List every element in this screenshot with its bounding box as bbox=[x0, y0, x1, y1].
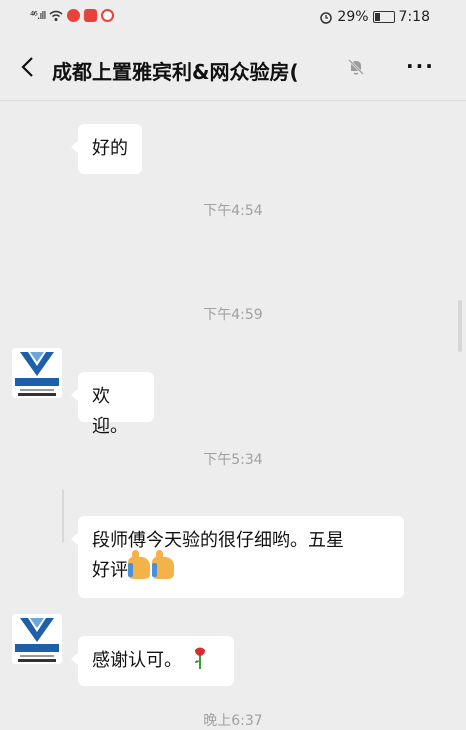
news-notification-icon bbox=[84, 9, 98, 22]
message-text: 好的 bbox=[92, 138, 128, 159]
signal-icon: ⁴⁶.ıll bbox=[30, 9, 47, 22]
video-notification-icon bbox=[101, 9, 115, 22]
thumbs-up-icon bbox=[152, 550, 174, 579]
battery-percent: 29% bbox=[337, 9, 369, 25]
message-text: 欢迎。 bbox=[92, 386, 128, 437]
chat-title: 成都上置雅宾利&网众验房( bbox=[52, 60, 299, 84]
message-bubble[interactable]: 感谢认可。 bbox=[71, 636, 234, 686]
more-button[interactable]: ··· bbox=[406, 54, 435, 78]
battery-icon bbox=[372, 11, 395, 23]
chevron-left-icon bbox=[21, 57, 33, 77]
clock: 7:18 bbox=[398, 9, 430, 25]
brand-logo-icon bbox=[15, 352, 59, 396]
status-icons-left: ⁴⁶.ıll bbox=[30, 9, 115, 22]
message-timestamp: 下午4:54 bbox=[203, 203, 263, 219]
message-bubble[interactable]: 欢迎。 bbox=[71, 372, 154, 437]
scrollbar[interactable] bbox=[458, 300, 462, 352]
thumbs-up-icon bbox=[128, 550, 150, 579]
app-notification-icon bbox=[67, 9, 81, 22]
message-text-line2: 好评 bbox=[92, 550, 390, 586]
message-timestamp: 下午4:59 bbox=[203, 307, 263, 323]
message-timestamp: 晚上6:37 bbox=[203, 713, 263, 729]
avatar[interactable] bbox=[12, 348, 62, 398]
message-timestamp: 下午5:34 bbox=[203, 452, 263, 468]
status-icons-right: 29% 7:18 bbox=[319, 9, 430, 25]
quote-divider bbox=[62, 490, 64, 542]
alarm-icon bbox=[320, 12, 333, 24]
message-bubble[interactable]: 段师傅今天验的很仔细哟。五星 好评 bbox=[71, 516, 404, 598]
avatar[interactable] bbox=[12, 614, 62, 664]
rose-icon bbox=[194, 647, 205, 669]
bell-muted-icon bbox=[348, 59, 364, 75]
brand-logo-icon bbox=[15, 618, 59, 662]
chat-header: 成都上置雅宾利&网众验房( ··· bbox=[0, 36, 466, 101]
wifi-icon bbox=[50, 10, 63, 21]
back-button[interactable] bbox=[14, 52, 44, 82]
message-bubble[interactable]: 好的 bbox=[71, 124, 142, 174]
message-text: 感谢认可。 bbox=[92, 650, 182, 671]
status-bar: ⁴⁶.ıll 29% 7:18 bbox=[0, 0, 466, 36]
